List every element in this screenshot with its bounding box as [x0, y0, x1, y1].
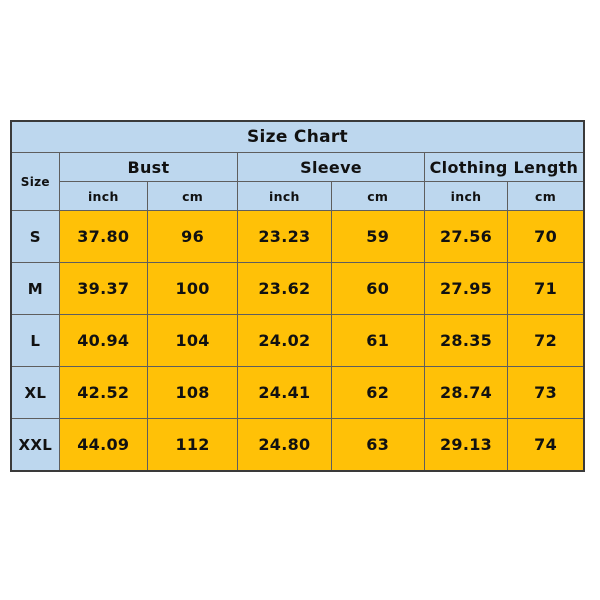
cell-length-inch: 29.13	[423, 418, 509, 472]
unit-header-bust-cm: cm	[146, 181, 239, 212]
cell-bust-inch: 40.94	[58, 314, 148, 368]
cell-length-cm: 74	[507, 418, 585, 472]
size-chart-container: Size Chart Size Bust Sleeve Clothing Len…	[10, 120, 585, 472]
cell-length-inch: 28.74	[423, 366, 509, 420]
table-row: XL 42.52 108 24.41 62 28.74 73	[10, 366, 585, 420]
cell-length-inch: 28.35	[423, 314, 509, 368]
table-row: XXL 44.09 112 24.80 63 29.13 74	[10, 418, 585, 472]
column-header-size: Size	[10, 152, 60, 212]
column-group-bust: Bust	[58, 152, 239, 183]
unit-header-sleeve-inch: inch	[237, 181, 332, 212]
cell-sleeve-inch: 24.80	[237, 418, 332, 472]
unit-header-length-inch: inch	[423, 181, 509, 212]
cell-sleeve-cm: 60	[330, 262, 425, 316]
table-row: L 40.94 104 24.02 61 28.35 72	[10, 314, 585, 368]
cell-length-cm: 73	[507, 366, 585, 420]
cell-length-inch: 27.56	[423, 210, 509, 264]
cell-sleeve-inch: 23.23	[237, 210, 332, 264]
cell-bust-cm: 104	[146, 314, 239, 368]
chart-title-row: Size Chart	[10, 120, 585, 154]
row-size-label: XL	[10, 366, 60, 420]
table-row: M 39.37 100 23.62 60 27.95 71	[10, 262, 585, 316]
cell-bust-cm: 112	[146, 418, 239, 472]
cell-sleeve-cm: 59	[330, 210, 425, 264]
cell-bust-cm: 96	[146, 210, 239, 264]
cell-sleeve-cm: 61	[330, 314, 425, 368]
column-group-clothing-length: Clothing Length	[423, 152, 585, 183]
chart-title: Size Chart	[10, 120, 585, 154]
cell-length-cm: 72	[507, 314, 585, 368]
cell-sleeve-inch: 24.02	[237, 314, 332, 368]
row-size-label: M	[10, 262, 60, 316]
cell-bust-inch: 39.37	[58, 262, 148, 316]
cell-length-cm: 71	[507, 262, 585, 316]
cell-length-cm: 70	[507, 210, 585, 264]
unit-header-bust-inch: inch	[58, 181, 148, 212]
unit-header-length-cm: cm	[507, 181, 585, 212]
unit-header-row: inch cm inch cm inch cm	[11, 181, 585, 212]
row-size-label: XXL	[10, 418, 60, 472]
cell-sleeve-inch: 23.62	[237, 262, 332, 316]
size-chart-table: Size Chart Size Bust Sleeve Clothing Len…	[10, 120, 585, 472]
cell-bust-inch: 37.80	[58, 210, 148, 264]
cell-sleeve-inch: 24.41	[237, 366, 332, 420]
table-row: S 37.80 96 23.23 59 27.56 70	[10, 210, 585, 264]
cell-bust-inch: 42.52	[58, 366, 148, 420]
cell-bust-inch: 44.09	[58, 418, 148, 472]
column-group-sleeve: Sleeve	[237, 152, 425, 183]
cell-bust-cm: 108	[146, 366, 239, 420]
cell-bust-cm: 100	[146, 262, 239, 316]
unit-header-sleeve-cm: cm	[330, 181, 425, 212]
cell-sleeve-cm: 63	[330, 418, 425, 472]
row-size-label: L	[10, 314, 60, 368]
cell-sleeve-cm: 62	[330, 366, 425, 420]
row-size-label: S	[10, 210, 60, 264]
group-header-row: Size Bust Sleeve Clothing Length	[10, 152, 585, 212]
cell-length-inch: 27.95	[423, 262, 509, 316]
